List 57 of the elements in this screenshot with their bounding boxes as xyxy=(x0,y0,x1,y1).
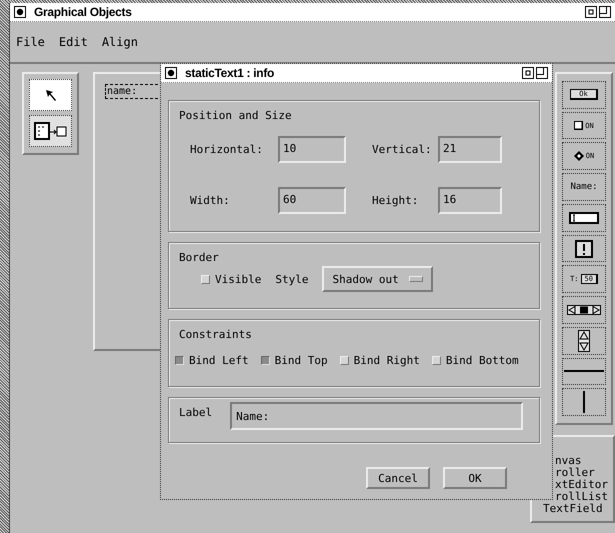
visible-checkbox[interactable]: Visible xyxy=(201,272,262,286)
list-item[interactable]: nvas xyxy=(555,455,613,467)
group-title: Border xyxy=(179,251,220,264)
arrow-pointer-icon xyxy=(44,88,58,102)
vertical-line-tool[interactable] xyxy=(562,388,606,416)
window-menu-icon[interactable] xyxy=(165,67,177,79)
slider-tool[interactable] xyxy=(562,326,606,355)
maximize-icon[interactable] xyxy=(599,6,611,18)
label-tool[interactable]: Name: xyxy=(562,173,606,201)
menu-item[interactable]: Align xyxy=(102,35,138,49)
input-field[interactable]: 16 xyxy=(438,187,502,214)
input-field[interactable]: 21 xyxy=(438,136,502,163)
window-title: Graphical Objects xyxy=(34,5,132,19)
dialog-button[interactable]: OK xyxy=(443,467,507,489)
menu-item[interactable]: File xyxy=(16,35,45,49)
field-label: Height: xyxy=(372,194,420,207)
connect-icon xyxy=(34,122,68,140)
exclamation-icon xyxy=(575,240,593,258)
field-label: Horizontal: xyxy=(190,143,264,156)
diamond-icon xyxy=(574,151,584,162)
menu-item[interactable]: Edit xyxy=(58,35,88,49)
constraint-checkbox[interactable]: Bind Right xyxy=(340,354,420,367)
tool-button[interactable] xyxy=(29,79,72,111)
input-field[interactable]: 60 xyxy=(278,187,346,214)
style-dropdown[interactable]: Shadow out xyxy=(322,266,433,292)
horizontal-line-tool[interactable] xyxy=(562,358,606,386)
list-item[interactable]: xtEditor xyxy=(555,479,613,491)
group-title: Label xyxy=(179,405,212,419)
field-label: Width: xyxy=(190,194,231,207)
window-menu-icon[interactable] xyxy=(14,6,26,18)
constraint-checkbox[interactable]: Bind Top xyxy=(260,354,328,367)
dialog-title: staticText1 : info xyxy=(185,66,274,80)
style-label: Style xyxy=(275,272,308,286)
label-input-field[interactable]: Name: xyxy=(230,402,523,430)
group-title: Position and Size xyxy=(179,109,293,122)
tool-button[interactable] xyxy=(29,115,72,147)
horizontal-scrollbar-icon xyxy=(567,305,601,315)
list-item[interactable]: TextField xyxy=(543,503,613,515)
horizontal-line-icon xyxy=(564,370,604,373)
constraint-checkbox[interactable]: Bind Bottom xyxy=(432,354,519,367)
input-field[interactable]: 10 xyxy=(278,136,346,163)
maximize-icon[interactable] xyxy=(536,67,548,79)
alert-tool[interactable] xyxy=(562,234,606,262)
textfield-tool[interactable] xyxy=(562,204,606,232)
field-label: Vertical: xyxy=(372,143,433,156)
constraint-checkbox[interactable]: Bind Left xyxy=(175,354,249,367)
group-title: Constraints xyxy=(178,328,253,341)
text-field-icon xyxy=(569,212,599,224)
scrollbar-tool[interactable] xyxy=(562,296,606,324)
vertical-line-icon xyxy=(582,391,586,414)
minimize-icon[interactable] xyxy=(522,67,534,79)
list-item[interactable]: rollList xyxy=(555,491,613,503)
dialog-button[interactable]: Cancel xyxy=(366,467,430,489)
minimize-icon[interactable] xyxy=(585,6,597,18)
checkbox-icon xyxy=(574,121,584,130)
list-item[interactable]: roller xyxy=(555,467,613,479)
vertical-arrows-icon xyxy=(578,330,590,352)
